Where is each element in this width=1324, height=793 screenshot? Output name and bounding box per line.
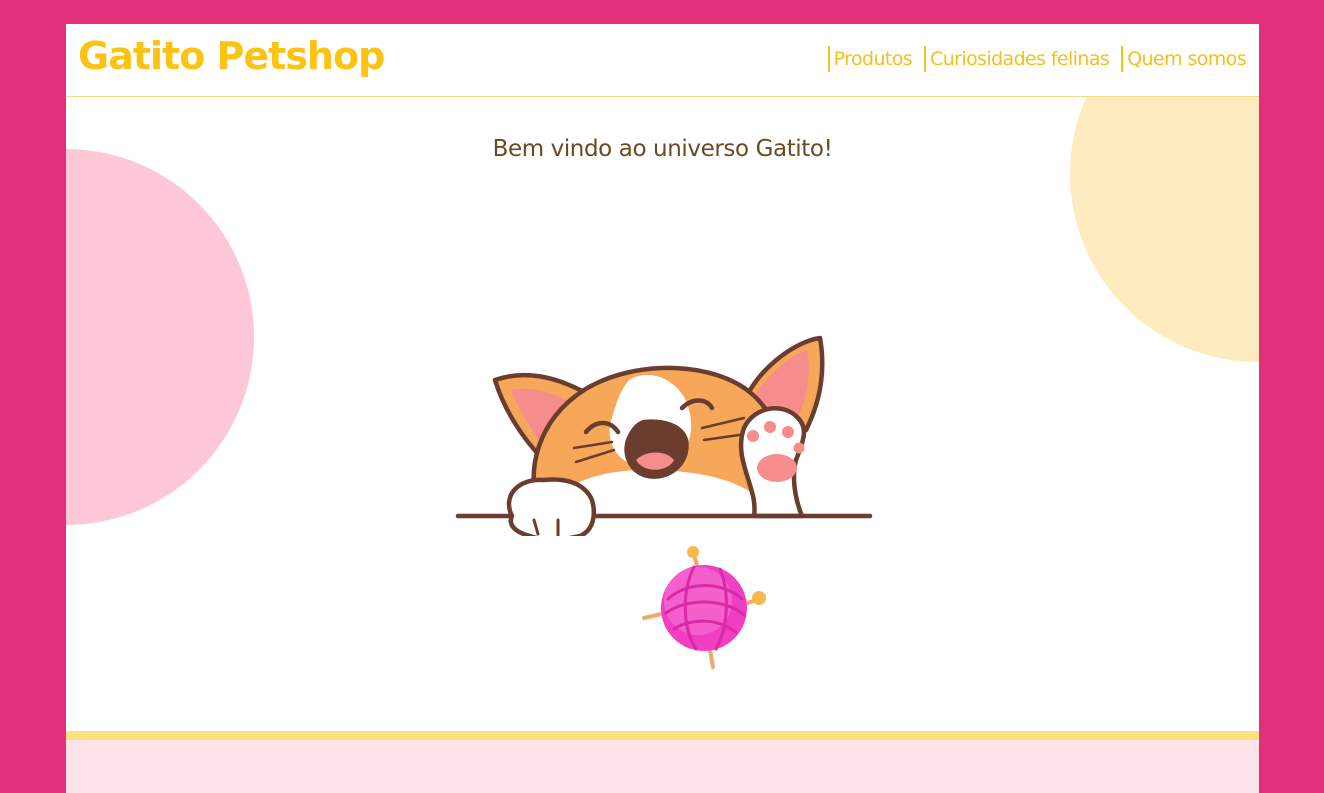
nav-link-produtos[interactable]: Produtos (827, 46, 913, 72)
site-footer (66, 740, 1259, 793)
site-header: Gatito Petshop Produtos Curiosidades fel… (66, 24, 1259, 97)
main-nav: Produtos Curiosidades felinas Quem somos (816, 46, 1247, 72)
welcome-heading: Bem vindo ao universo Gatito! (492, 136, 833, 162)
waving-cat-illustration (455, 335, 873, 536)
decorative-pink-circle (66, 149, 254, 525)
yarn-ball-illustration (642, 546, 766, 669)
nav-link-quem-somos[interactable]: Quem somos (1121, 46, 1247, 72)
page-container: Gatito Petshop Produtos Curiosidades fel… (66, 24, 1259, 793)
nav-link-curiosidades-felinas[interactable]: Curiosidades felinas (924, 46, 1110, 72)
footer-top-stripe (66, 731, 1259, 740)
site-logo[interactable]: Gatito Petshop (78, 34, 385, 78)
